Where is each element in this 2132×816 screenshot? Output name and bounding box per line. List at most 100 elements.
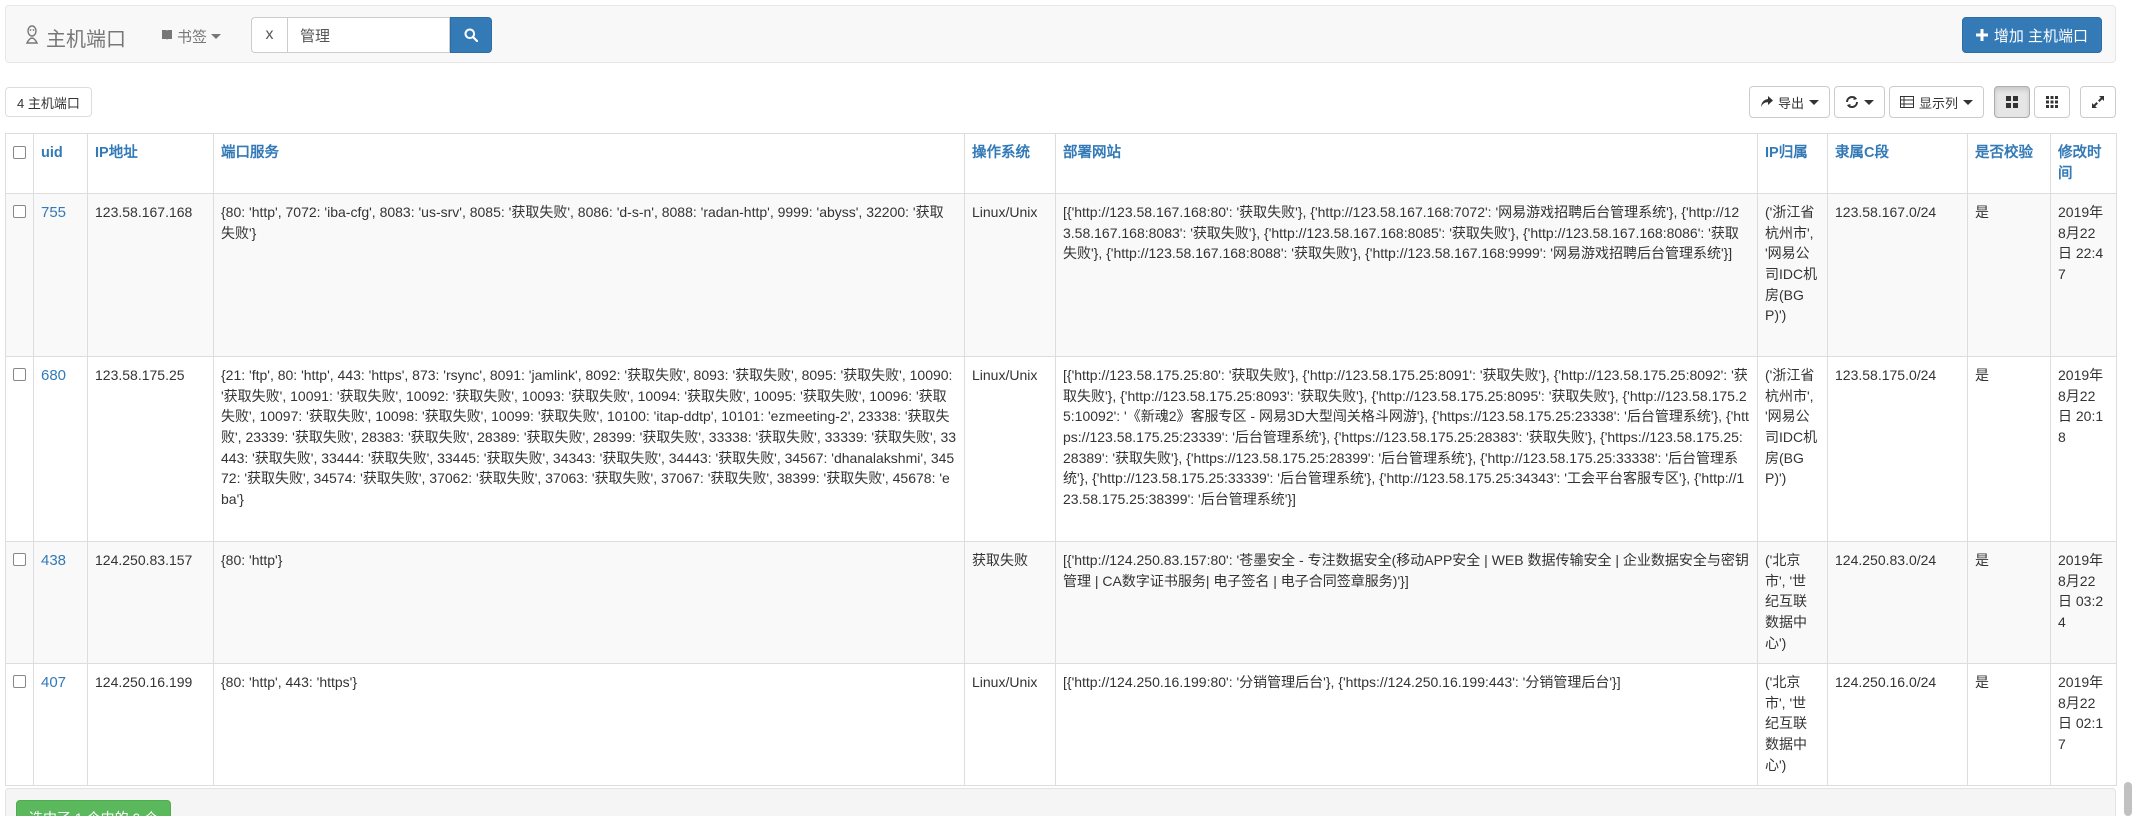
row-select-cell[interactable] [5, 541, 34, 665]
grid-icon [2006, 96, 2018, 108]
cell-modified: 2019年8月22日 20:18 [2050, 356, 2117, 543]
cell-modified: 2019年8月22日 03:24 [2050, 541, 2117, 665]
cell-os: Linux/Unix [964, 663, 1056, 787]
uid-link[interactable]: 438 [41, 552, 66, 569]
cell-ports: {80: 'http', 7072: 'iba-cfg', 8083: 'us-… [213, 193, 965, 358]
top-navbar: 主机端口 书签 x 增加 主机端口 [5, 5, 2116, 63]
select-all-cell[interactable] [5, 132, 34, 195]
row-checkbox[interactable] [13, 368, 26, 382]
search-group: x [251, 17, 492, 53]
cell-os: Linux/Unix [964, 193, 1056, 358]
export-button[interactable]: 导出 [1748, 86, 1830, 118]
cell-ip: 124.250.83.157 [87, 541, 214, 665]
cell-ports: {21: 'ftp', 80: 'http', 443: 'https', 87… [213, 356, 965, 543]
header-ip[interactable]: IP地址 [87, 132, 214, 195]
page-scrollbar[interactable] [2124, 782, 2132, 816]
list-icon [1899, 96, 1914, 108]
table-row[interactable]: 407 124.250.16.199 {80: 'http', 443: 'ht… [5, 663, 2117, 787]
cell-csegment: 124.250.16.0/24 [1827, 663, 1968, 787]
cell-location: ('浙江省杭州市', '网易公司IDC机房(BGP)') [1757, 193, 1828, 358]
header-csegment[interactable]: 隶属C段 [1827, 132, 1968, 195]
table-row[interactable]: 438 124.250.83.157 {80: 'http'} 获取失败 [{'… [5, 541, 2117, 665]
header-ports[interactable]: 端口服务 [213, 132, 965, 195]
chevron-down-icon [1863, 99, 1874, 105]
header-uid[interactable]: uid [33, 132, 88, 195]
uid-link[interactable]: 680 [41, 367, 66, 384]
brand-label: 主机端口 [46, 29, 126, 51]
header-verified[interactable]: 是否校验 [1967, 132, 2051, 195]
cell-sites: [{'http://124.250.83.157:80': '苍墨安全 - 专注… [1055, 541, 1758, 665]
columns-button[interactable]: 显示列 [1888, 86, 1984, 118]
brand[interactable]: 主机端口 [24, 23, 126, 52]
uid-link[interactable]: 755 [41, 204, 66, 221]
table-row[interactable]: 755 123.58.167.168 {80: 'http', 7072: 'i… [5, 193, 2117, 358]
host-port-table: uid IP地址 端口服务 操作系统 部署网站 IP归属 隶属C段 是否校验 修… [5, 132, 2117, 787]
header-location[interactable]: IP归属 [1757, 132, 1828, 195]
selected-count-label: 选中了 1 个中的 0 个 [29, 808, 158, 816]
refresh-icon [1845, 96, 1858, 108]
cell-ip: 123.58.167.168 [87, 193, 214, 358]
cell-uid: 680 [33, 356, 88, 543]
header-sites[interactable]: 部署网站 [1055, 132, 1758, 195]
table-toolbar: 导出 显示列 [1748, 86, 2116, 118]
cell-location: ('浙江省杭州市', '网易公司IDC机房(BGP)') [1757, 356, 1828, 543]
cell-verified: 是 [1967, 541, 2051, 665]
cell-verified: 是 [1967, 663, 2051, 787]
search-icon [464, 28, 478, 42]
cell-ip: 123.58.175.25 [87, 356, 214, 543]
cell-os: 获取失败 [964, 541, 1056, 665]
cell-ports: {80: 'http', 443: 'https'} [213, 663, 965, 787]
header-os[interactable]: 操作系统 [964, 132, 1056, 195]
cell-modified: 2019年8月22日 02:17 [2050, 663, 2117, 787]
header-modified[interactable]: 修改时间 [2050, 132, 2117, 195]
cell-location: ('北京市', '世纪互联数据中心') [1757, 663, 1828, 787]
bulk-action-bar: 选中了 1 个中的 0 个 [5, 788, 2116, 816]
cell-modified: 2019年8月22日 22:47 [2050, 193, 2117, 358]
cell-csegment: 123.58.167.0/24 [1827, 193, 1968, 358]
cell-uid: 407 [33, 663, 88, 787]
share-icon [1760, 96, 1773, 107]
row-checkbox[interactable] [13, 675, 26, 689]
table-header-row: uid IP地址 端口服务 操作系统 部署网站 IP归属 隶属C段 是否校验 修… [5, 132, 2117, 195]
search-button[interactable] [450, 17, 492, 53]
cell-csegment: 123.58.175.0/24 [1827, 356, 1968, 543]
fullscreen-button[interactable] [2080, 86, 2116, 118]
selected-count-button[interactable]: 选中了 1 个中的 0 个 [16, 800, 172, 816]
search-input[interactable] [287, 17, 450, 53]
chevron-down-icon [211, 34, 222, 39]
row-select-cell[interactable] [5, 663, 34, 787]
search-clear-button[interactable]: x [251, 17, 287, 53]
record-count-badge: 4 主机端口 [5, 87, 92, 117]
chevron-down-icon [1963, 99, 1973, 105]
linux-icon [24, 25, 40, 50]
add-host-port-button[interactable]: 增加 主机端口 [1961, 17, 2102, 53]
fullscreen-icon [2092, 96, 2104, 108]
bookmark-dropdown[interactable]: 书签 [161, 26, 222, 47]
columns-label: 显示列 [1918, 95, 1958, 111]
th-icon [2046, 96, 2058, 108]
cell-sites: [{'http://124.250.16.199:80': '分销管理后台'},… [1055, 663, 1758, 787]
table-view-button[interactable] [2034, 86, 2070, 118]
select-all-checkbox[interactable] [13, 146, 26, 159]
bookmark-label: 书签 [177, 29, 208, 46]
table-row[interactable]: 680 123.58.175.25 {21: 'ftp', 80: 'http'… [5, 356, 2117, 543]
cell-uid: 755 [33, 193, 88, 358]
row-checkbox[interactable] [13, 553, 26, 567]
chevron-down-icon [1808, 99, 1819, 105]
plus-icon [1975, 29, 1988, 41]
row-select-cell[interactable] [5, 193, 34, 358]
cell-csegment: 124.250.83.0/24 [1827, 541, 1968, 665]
cell-ports: {80: 'http'} [213, 541, 965, 665]
cell-location: ('北京市', '世纪互联数据中心') [1757, 541, 1828, 665]
export-label: 导出 [1777, 95, 1804, 111]
cell-verified: 是 [1967, 356, 2051, 543]
card-view-button[interactable] [1994, 86, 2030, 118]
cell-sites: [{'http://123.58.175.25:80': '获取失败'}, {'… [1055, 356, 1758, 543]
book-icon [161, 28, 173, 45]
cell-sites: [{'http://123.58.167.168:80': '获取失败'}, {… [1055, 193, 1758, 358]
uid-link[interactable]: 407 [41, 674, 66, 691]
row-select-cell[interactable] [5, 356, 34, 543]
refresh-button[interactable] [1833, 86, 1885, 118]
cell-uid: 438 [33, 541, 88, 665]
row-checkbox[interactable] [13, 205, 26, 219]
